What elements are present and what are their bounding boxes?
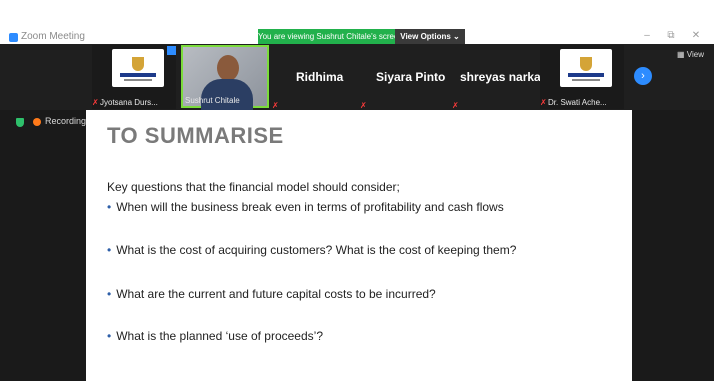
participant-name-label: Sushrut Chitale [185,96,240,105]
participant-name-label: Ridhima [296,70,344,84]
zoom-logo-icon [9,33,18,42]
screen-share-icon [167,46,176,55]
slide-bullet: • What is the cost of acquiring customers… [107,243,517,257]
participant-name-label: ✗Jyotsana Durs... [92,98,158,107]
participant-tile[interactable]: ✗Jyotsana Durs... [92,45,176,109]
participant-badge-image [112,49,164,87]
viewing-screen-banner: You are viewing Sushrut Chitale's screen [258,29,395,44]
grid-icon: ▦ [677,50,685,59]
participant-name-label: shreyas narkar [460,70,546,84]
view-toggle-button[interactable]: ▦ View [677,50,704,59]
slide-title: TO SUMMARISE [107,123,284,148]
slide-intro-text: Key questions that the financial model s… [107,180,400,194]
muted-mic-icon: ✗ [540,98,547,107]
active-speaker-tile[interactable]: Sushrut Chitale [181,45,269,110]
app-title: Zoom Meeting [21,31,85,42]
recording-dot-icon [33,118,41,126]
shared-screen-slide: TO SUMMARISE Key questions that the fina… [86,110,632,381]
minimize-button[interactable]: – [641,30,653,41]
recording-label: Recording [45,116,87,126]
participant-badge-image [560,49,612,87]
close-button[interactable]: ✕ [690,30,702,41]
restore-button[interactable]: ⧉ [665,30,677,41]
slide-bullet: • When will the business break even in te… [107,200,504,214]
participant-name-label: ✗Dr. Swati Ache... [540,98,607,107]
slide-bullet: • What are the current and future capital… [107,287,436,301]
participant-tile[interactable]: ✗Dr. Swati Ache... [540,45,624,109]
muted-mic-icon: ✗ [92,98,99,107]
participant-name-label: Siyara Pinto [376,70,446,84]
speaker-head [217,55,239,81]
shield-icon [16,118,24,127]
slide-bullet: • What is the planned ‘use of proceeds’? [107,329,323,343]
view-options-button[interactable]: View Options ⌄ [395,29,465,44]
next-participants-button[interactable]: › [634,67,652,85]
speaker-body [201,79,253,110]
